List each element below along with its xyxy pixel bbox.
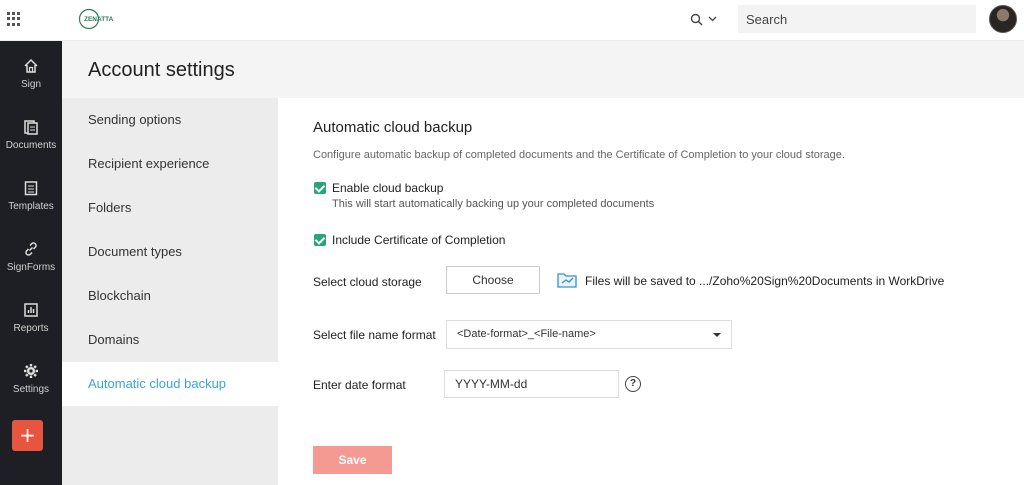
save-button[interactable]: Save <box>313 446 392 474</box>
link-icon <box>22 240 40 258</box>
file-name-format-label: Select file name format <box>313 328 436 342</box>
enable-backup-checkbox[interactable] <box>314 182 326 194</box>
top-bar: ZENATTA <box>0 0 1024 41</box>
logo-text: ZENATTA <box>84 16 114 23</box>
nav-item-settings[interactable]: Settings <box>0 358 62 410</box>
search-scope-dropdown[interactable] <box>690 10 722 28</box>
apps-grid-icon[interactable] <box>7 12 21 26</box>
chevron-down-icon <box>708 16 717 22</box>
dropdown-arrow-icon <box>713 333 721 337</box>
menu-item-recipient-experience[interactable]: Recipient experience <box>62 142 278 186</box>
page-header: Account settings <box>62 41 1024 98</box>
menu-item-blockchain[interactable]: Blockchain <box>62 274 278 318</box>
home-icon <box>22 57 40 75</box>
choose-storage-button[interactable]: Choose <box>446 266 540 294</box>
reports-icon <box>22 301 40 319</box>
nav-label: Settings <box>12 384 50 395</box>
enable-backup-sublabel: This will start automatically backing up… <box>332 198 655 210</box>
add-button[interactable]: + <box>12 420 43 451</box>
nav-item-templates[interactable]: Templates <box>0 175 62 227</box>
nav-label: Documents <box>5 140 57 151</box>
date-format-input[interactable] <box>444 370 619 398</box>
search-icon <box>690 13 703 25</box>
templates-icon <box>22 179 40 197</box>
file-name-format-select[interactable]: <Date-format>_<File-name> <box>446 320 732 349</box>
nav-item-documents[interactable]: Documents <box>0 114 62 166</box>
menu-item-domains[interactable]: Domains <box>62 318 278 362</box>
include-certificate-label: Include Certificate of Completion <box>332 233 506 247</box>
menu-item-automatic-cloud-backup[interactable]: Automatic cloud backup <box>62 362 278 406</box>
gear-icon <box>22 362 40 380</box>
file-name-format-value: <Date-format>_<File-name> <box>457 328 596 340</box>
company-logo: ZENATTA <box>78 8 114 30</box>
settings-menu: Sending options Recipient experience Fol… <box>62 98 278 485</box>
menu-item-sending-options[interactable]: Sending options <box>62 98 278 142</box>
help-icon[interactable]: ? <box>625 376 641 392</box>
nav-label: SignForms <box>6 262 56 273</box>
nav-label: Templates <box>8 201 54 212</box>
page-title: Account settings <box>88 59 235 81</box>
cloud-folder-icon <box>557 273 577 288</box>
search-input[interactable] <box>738 5 976 33</box>
enable-backup-label: Enable cloud backup <box>332 181 444 195</box>
save-path-text: Files will be saved to .../Zoho%20Sign%2… <box>585 274 945 288</box>
menu-item-folders[interactable]: Folders <box>62 186 278 230</box>
nav-label: Sign <box>20 79 41 90</box>
user-avatar[interactable] <box>989 5 1017 33</box>
left-navigation: Sign Documents Templates SignForms Repor… <box>0 41 62 485</box>
section-title: Automatic cloud backup <box>313 119 473 136</box>
nav-item-sign[interactable]: Sign <box>0 53 62 105</box>
include-certificate-checkbox[interactable] <box>314 234 326 246</box>
date-format-label: Enter date format <box>313 378 406 392</box>
section-description: Configure automatic backup of completed … <box>313 149 845 161</box>
menu-item-document-types[interactable]: Document types <box>62 230 278 274</box>
nav-label: Reports <box>13 323 49 334</box>
settings-content: Automatic cloud backup Configure automat… <box>278 98 1024 485</box>
nav-item-reports[interactable]: Reports <box>0 297 62 349</box>
nav-item-signforms[interactable]: SignForms <box>0 236 62 288</box>
cloud-storage-label: Select cloud storage <box>313 275 422 289</box>
documents-icon <box>22 118 40 136</box>
